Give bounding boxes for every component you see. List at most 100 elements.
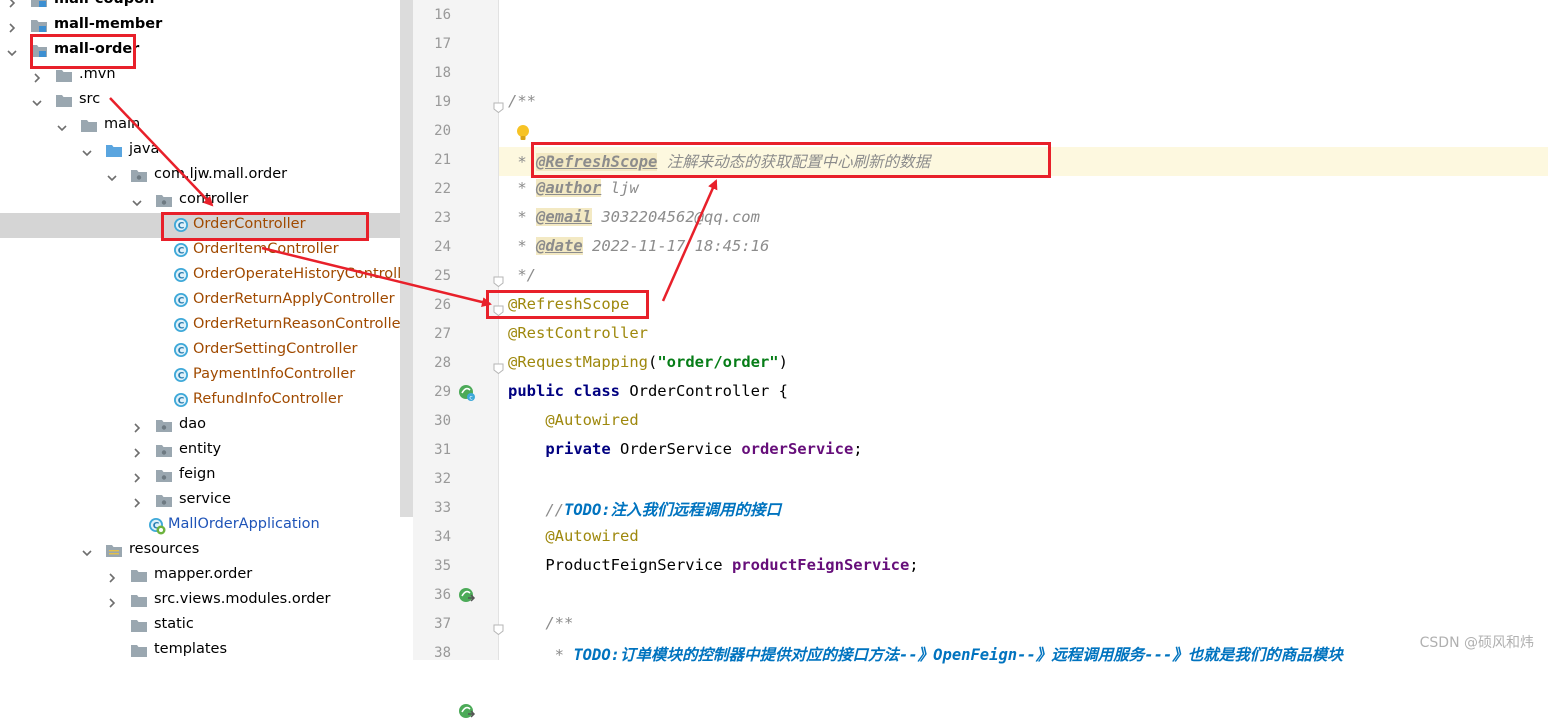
tree-item-entity[interactable]: entity bbox=[0, 438, 400, 463]
tree-item-ordersettingcontroller[interactable]: C OrderSettingController bbox=[0, 338, 400, 363]
tree-item-label: dao bbox=[179, 416, 206, 432]
code-token: private bbox=[545, 440, 611, 458]
code-token: OrderController { bbox=[619, 382, 788, 400]
folder-icon bbox=[131, 643, 147, 657]
chevron-right-icon[interactable] bbox=[106, 594, 118, 608]
chevron-down-icon[interactable] bbox=[131, 194, 143, 207]
class-icon: C bbox=[173, 367, 189, 382]
package-icon bbox=[156, 468, 172, 482]
tree-item-label: entity bbox=[179, 441, 222, 457]
code-token: ; bbox=[909, 556, 919, 574]
tree-item-label: PaymentInfoController bbox=[193, 366, 356, 382]
line-number: 20 bbox=[434, 123, 451, 139]
tree-item-orderreturnapplycontroller[interactable]: C OrderReturnApplyController bbox=[0, 288, 400, 313]
autowired-navigate-icon[interactable] bbox=[458, 587, 476, 605]
chevron-down-icon[interactable] bbox=[81, 544, 93, 557]
chevron-right-icon[interactable] bbox=[6, 0, 18, 8]
code-line[interactable]: @RestController bbox=[508, 324, 648, 342]
line-number: 24 bbox=[434, 239, 451, 255]
tree-item-controller[interactable]: controller bbox=[0, 188, 400, 213]
tree-item-label: mapper.order bbox=[154, 566, 253, 582]
code-line[interactable]: private OrderService orderService; bbox=[508, 440, 862, 458]
code-token: * bbox=[508, 237, 536, 255]
tree-item-label: MallOrderApplication bbox=[168, 516, 320, 532]
tree-item-label: mall-coupon bbox=[54, 0, 154, 7]
line-number: 17 bbox=[434, 36, 451, 52]
tree-item-label: service bbox=[179, 491, 231, 507]
chevron-right-icon[interactable] bbox=[131, 469, 143, 483]
chevron-down-icon[interactable] bbox=[106, 169, 118, 182]
fold-marker-icon[interactable] bbox=[493, 620, 504, 636]
code-line[interactable]: @Autowired bbox=[508, 411, 638, 429]
chevron-right-icon[interactable] bbox=[131, 444, 143, 458]
svg-text:C: C bbox=[178, 322, 185, 332]
chevron-right-icon[interactable] bbox=[131, 494, 143, 508]
class-icon: C bbox=[173, 317, 189, 332]
code-line[interactable]: //TODO:注入我们远程调用的接口 bbox=[508, 498, 781, 520]
code-line[interactable]: @RequestMapping("order/order") bbox=[508, 353, 788, 371]
line-number: 19 bbox=[434, 94, 451, 110]
javadoc-tag: @date bbox=[536, 237, 583, 255]
chevron-down-icon[interactable] bbox=[6, 44, 18, 57]
tree-item-java[interactable]: java bbox=[0, 138, 400, 163]
chevron-right-icon[interactable] bbox=[106, 569, 118, 583]
tree-item-orderoperatehistorycontroll[interactable]: C OrderOperateHistoryControll bbox=[0, 263, 401, 288]
tree-item-orderreturnreasoncontrolle[interactable]: C OrderReturnReasonControlle bbox=[0, 313, 401, 338]
tree-item-mall-coupon[interactable]: mall-coupon bbox=[0, 0, 400, 13]
tree-item-label: templates bbox=[154, 641, 228, 657]
tree-item-service[interactable]: service bbox=[0, 488, 400, 513]
tree-item-src-views-modules-order[interactable]: src.views.modules.order bbox=[0, 588, 400, 613]
tree-item-paymentinfocontroller[interactable]: C PaymentInfoController bbox=[0, 363, 400, 388]
code-line[interactable]: */ bbox=[508, 266, 536, 284]
tree-item-dao[interactable]: dao bbox=[0, 413, 400, 438]
tree-item-refundinfocontroller[interactable]: C RefundInfoController bbox=[0, 388, 400, 413]
tree-item-label: OrderSettingController bbox=[193, 341, 358, 357]
svg-text:C: C bbox=[178, 347, 185, 357]
code-line[interactable]: * @author ljw bbox=[508, 179, 639, 197]
chevron-right-icon[interactable] bbox=[131, 419, 143, 433]
code-line[interactable]: /** bbox=[508, 92, 536, 110]
svg-text:C: C bbox=[178, 372, 185, 382]
package-icon bbox=[156, 443, 172, 457]
code-line[interactable]: @Autowired bbox=[508, 527, 638, 545]
tree-item-orderitemcontroller[interactable]: C OrderItemController bbox=[0, 238, 400, 263]
intention-bulb-icon[interactable] bbox=[516, 124, 530, 142]
tree-item-label: mall-member bbox=[54, 16, 163, 32]
svg-text:C: C bbox=[178, 247, 185, 257]
code-line[interactable]: * TODO:订单模块的控制器中提供对应的接口方法--》OpenFeign--》… bbox=[508, 643, 1343, 665]
tree-item-main[interactable]: main bbox=[0, 113, 400, 138]
chevron-down-icon[interactable] bbox=[31, 94, 43, 107]
tree-item-templates[interactable]: templates bbox=[0, 638, 400, 660]
tree-item-src[interactable]: src bbox=[0, 88, 400, 113]
code-line[interactable]: * @email 3032204562@qq.com bbox=[508, 208, 760, 226]
tree-item-mapper-order[interactable]: mapper.order bbox=[0, 563, 400, 588]
tree-item-com-ljw-mall-order[interactable]: com.ljw.mall.order bbox=[0, 163, 400, 188]
code-line[interactable]: * @date 2022-11-17 18:45:16 bbox=[508, 237, 769, 255]
highlight-box-mall-order bbox=[30, 34, 136, 69]
chevron-right-icon[interactable] bbox=[31, 69, 43, 83]
fold-marker-icon[interactable] bbox=[493, 359, 504, 375]
code-line[interactable]: /** bbox=[508, 614, 573, 632]
code-line[interactable]: public class OrderController { bbox=[508, 382, 788, 400]
tree-item-feign[interactable]: feign bbox=[0, 463, 400, 488]
tree-item-resources[interactable]: resources bbox=[0, 538, 400, 563]
tree-item-label: resources bbox=[129, 541, 200, 557]
chevron-down-icon[interactable] bbox=[81, 144, 93, 157]
fold-marker-icon[interactable] bbox=[493, 98, 504, 114]
tree-scrollbar[interactable] bbox=[400, 0, 413, 517]
code-token: * bbox=[508, 646, 574, 664]
code-line[interactable]: ProductFeignService productFeignService; bbox=[508, 556, 919, 574]
line-number: 34 bbox=[434, 529, 451, 545]
tree-item-label: src.views.modules.order bbox=[154, 591, 331, 607]
chevron-down-icon[interactable] bbox=[56, 119, 68, 132]
folder-icon bbox=[131, 618, 147, 632]
tree-item-mallorderapplication[interactable]: C MallOrderApplication bbox=[0, 513, 400, 538]
tree-item-static[interactable]: static bbox=[0, 613, 400, 638]
spring-bean-class-icon[interactable]: c bbox=[458, 384, 476, 402]
fold-marker-icon[interactable] bbox=[493, 272, 504, 288]
chevron-right-icon[interactable] bbox=[6, 19, 18, 33]
code-token: public class bbox=[508, 382, 620, 400]
project-tree: mall-couponmall-membermall-order.mvnsrcm… bbox=[0, 0, 413, 660]
autowired-navigate-icon[interactable] bbox=[458, 703, 476, 721]
highlight-box-ordercontroller bbox=[161, 212, 369, 241]
